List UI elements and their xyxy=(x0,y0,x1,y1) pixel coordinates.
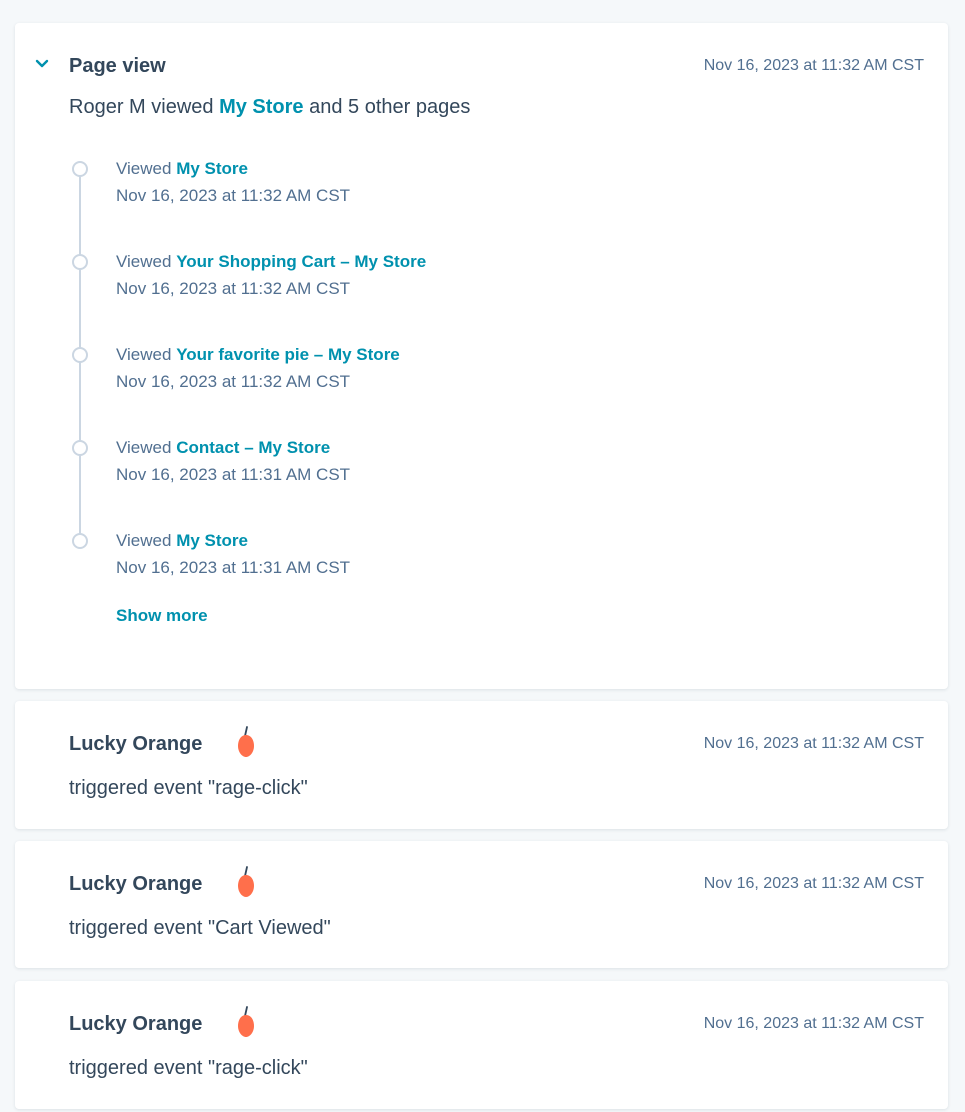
timeline-item: Viewed My Store Nov 16, 2023 at 11:32 AM… xyxy=(15,159,915,219)
event-source[interactable]: Lucky Orange xyxy=(69,733,202,756)
event-description: triggered event "rage-click" xyxy=(69,777,308,799)
viewed-label: Viewed xyxy=(116,438,177,457)
event-source[interactable]: Lucky Orange xyxy=(69,873,202,896)
page-view-card: Page view Nov 16, 2023 at 11:32 AM CST R… xyxy=(15,23,948,689)
chevron-down-icon[interactable] xyxy=(35,57,49,71)
card-title[interactable]: Page view xyxy=(69,55,166,78)
orange-logo-icon xyxy=(235,865,257,899)
viewed-label: Viewed xyxy=(116,252,177,271)
lucky-orange-event-card: Lucky Orange Nov 16, 2023 at 11:32 AM CS… xyxy=(15,841,948,968)
lucky-orange-event-card: Lucky Orange Nov 16, 2023 at 11:32 AM CS… xyxy=(15,701,948,829)
page-link[interactable]: My Store xyxy=(176,159,248,178)
page-link[interactable]: My Store xyxy=(176,531,248,550)
timeline-dot-icon xyxy=(72,533,88,549)
page-link[interactable]: Contact – My Store xyxy=(176,438,330,457)
orange-logo-icon xyxy=(235,1005,257,1039)
timeline-dot-icon xyxy=(72,347,88,363)
timeline-dot-icon xyxy=(72,440,88,456)
event-timestamp: Nov 16, 2023 at 11:32 AM CST xyxy=(703,875,924,892)
event-source[interactable]: Lucky Orange xyxy=(69,1013,202,1036)
event-description: triggered event "rage-click" xyxy=(69,1057,308,1079)
summary-prefix: Roger M viewed xyxy=(69,96,220,118)
timeline-item-time: Nov 16, 2023 at 11:32 AM CST xyxy=(116,372,351,391)
timeline-item-time: Nov 16, 2023 at 11:32 AM CST xyxy=(116,279,351,298)
page-link[interactable]: Your favorite pie – My Store xyxy=(176,345,400,364)
viewed-label: Viewed xyxy=(116,345,177,364)
event-timestamp: Nov 16, 2023 at 11:32 AM CST xyxy=(703,1015,924,1032)
timeline-dot-icon xyxy=(72,254,88,270)
timeline-item: Viewed Contact – My Store Nov 16, 2023 a… xyxy=(15,438,915,498)
show-more-link[interactable]: Show more xyxy=(116,606,208,626)
timeline-item-time: Nov 16, 2023 at 11:31 AM CST xyxy=(116,558,351,577)
event-description: triggered event "Cart Viewed" xyxy=(69,917,331,939)
timeline-item-title: Viewed Your Shopping Cart – My Store xyxy=(116,252,426,272)
event-timestamp: Nov 16, 2023 at 11:32 AM CST xyxy=(703,57,924,74)
page-view-summary: Roger M viewed My Store and 5 other page… xyxy=(69,96,470,119)
timeline-item: Viewed Your favorite pie – My Store Nov … xyxy=(15,345,915,405)
timeline-dot-icon xyxy=(72,161,88,177)
lucky-orange-event-card: Lucky Orange Nov 16, 2023 at 11:32 AM CS… xyxy=(15,981,948,1109)
timeline-item-time: Nov 16, 2023 at 11:32 AM CST xyxy=(116,186,351,205)
summary-page-link[interactable]: My Store xyxy=(219,96,303,118)
event-timestamp: Nov 16, 2023 at 11:32 AM CST xyxy=(703,735,924,752)
page-link[interactable]: Your Shopping Cart – My Store xyxy=(176,252,426,271)
timeline-item: Viewed Your Shopping Cart – My Store Nov… xyxy=(15,252,915,312)
timeline-item-title: Viewed My Store xyxy=(116,531,248,551)
timeline-item-title: Viewed My Store xyxy=(116,159,248,179)
orange-logo-icon xyxy=(235,725,257,759)
viewed-label: Viewed xyxy=(116,531,177,550)
timeline-item: Viewed My Store Nov 16, 2023 at 11:31 AM… xyxy=(15,531,915,591)
timeline-item-title: Viewed Contact – My Store xyxy=(116,438,330,458)
viewed-label: Viewed xyxy=(116,159,177,178)
summary-suffix: and 5 other pages xyxy=(303,96,471,118)
timeline-item-time: Nov 16, 2023 at 11:31 AM CST xyxy=(116,465,351,484)
timeline-item-title: Viewed Your favorite pie – My Store xyxy=(116,345,400,365)
